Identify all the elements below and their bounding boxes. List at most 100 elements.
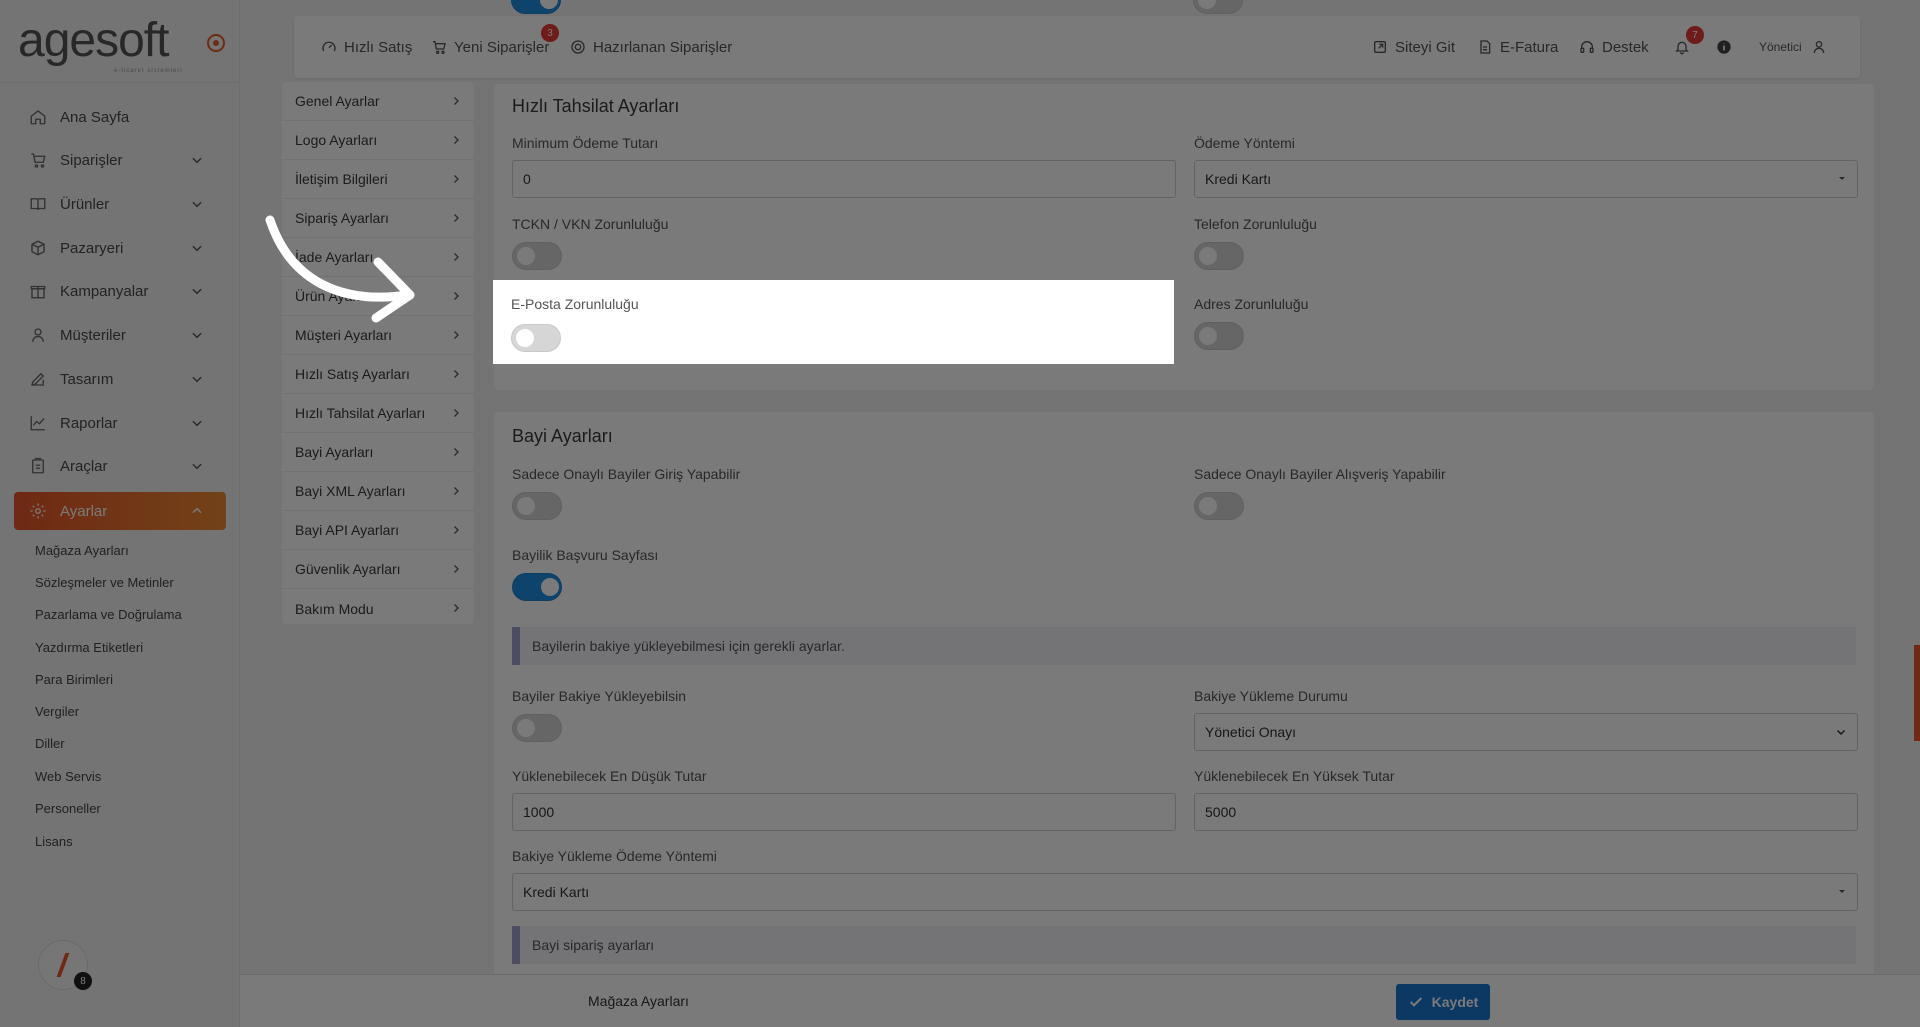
phone-toggle[interactable] [1194, 242, 1244, 270]
nav-item-tools[interactable]: Araçlar [14, 447, 226, 485]
nav-label: Kampanyalar [60, 282, 149, 300]
sidebar-divider [0, 82, 240, 83]
phone-label: Telefon Zorunluluğu [1194, 216, 1317, 232]
chevron-right-icon [450, 524, 462, 536]
can-load-balance-toggle[interactable] [512, 714, 562, 742]
sub-item-staff[interactable]: Personeller [35, 801, 101, 816]
settings-menu-item[interactable]: Bayi XML Ayarları [282, 472, 474, 511]
nav-item-campaigns[interactable]: Kampanyalar [14, 272, 226, 310]
sub-item-license[interactable]: Lisans [35, 834, 73, 849]
chevron-right-icon [450, 446, 462, 458]
nav-item-design[interactable]: Tasarım [14, 360, 226, 398]
nav-label: Müşteriler [60, 326, 126, 344]
approved-shopping-toggle[interactable] [1194, 492, 1244, 520]
balance-note: Bayilerin bakiye yükleyebilmesi için ger… [512, 627, 1856, 665]
chevron-right-icon [450, 290, 462, 302]
approved-login-toggle[interactable] [512, 492, 562, 520]
sub-item-taxes[interactable]: Vergiler [35, 704, 79, 719]
payment-method-label: Ödeme Yöntemi [1194, 135, 1295, 151]
caret-down-icon [1837, 173, 1847, 183]
gift-icon [28, 281, 48, 301]
chevron-right-icon [450, 368, 462, 380]
email-toggle[interactable] [511, 324, 561, 352]
save-label: Kaydet [1431, 994, 1479, 1010]
sub-item-store-settings[interactable]: Mağaza Ayarları [35, 543, 129, 558]
settings-menu-item[interactable]: İletişim Bilgileri [282, 160, 474, 199]
clipboard-icon [28, 456, 48, 476]
topbar: Hızlı Satış Yeni Siparişler 3 Hazırlanan… [294, 16, 1860, 78]
settings-menu-label: Hızlı Tahsilat Ayarları [295, 405, 426, 421]
nav-item-settings[interactable]: Ayarlar [14, 492, 226, 530]
nav-item-marketplace[interactable]: Pazaryeri [14, 229, 226, 267]
address-label: Adres Zorunluluğu [1194, 296, 1309, 312]
payment-method-value: Kredi Kartı [1205, 171, 1272, 187]
settings-menu-label: Hızlı Satış Ayarları [295, 366, 410, 382]
payment-method-select[interactable]: Kredi Kartı [1194, 160, 1858, 198]
visit-site-link[interactable]: Siteyi Git [1371, 38, 1455, 56]
box-icon [28, 238, 48, 258]
chevron-right-icon [450, 95, 462, 107]
chevron-right-icon [450, 212, 462, 224]
settings-menu-item[interactable]: Bayi API Ayarları [282, 511, 474, 550]
nav-item-orders[interactable]: Siparişler [14, 141, 226, 179]
chevron-right-icon [450, 563, 462, 575]
e-invoice-link[interactable]: E-Fatura [1476, 38, 1558, 56]
approved-login-label: Sadece Onaylı Bayiler Giriş Yapabilir [512, 466, 741, 482]
save-button[interactable]: Kaydet [1396, 984, 1490, 1020]
chevron-right-icon [450, 407, 462, 419]
sub-item-print-labels[interactable]: Yazdırma Etiketleri [35, 640, 143, 655]
quick-sale-link[interactable]: Hızlı Satış [320, 38, 412, 56]
nav-item-products[interactable]: Ürünler [14, 185, 226, 223]
pointer-arrow-icon [265, 215, 415, 323]
max-amount-input[interactable]: 5000 [1194, 793, 1858, 831]
settings-menu-item[interactable]: Genel Ayarlar [282, 82, 474, 121]
settings-menu-item[interactable]: Hızlı Satış Ayarları [282, 355, 474, 394]
application-page-label: Bayilik Başvuru Sayfası [512, 547, 659, 563]
sub-item-marketing[interactable]: Pazarlama ve Doğrulama [35, 607, 182, 622]
brand-logo[interactable]: agesoft e-ticaret sistemleri [18, 16, 218, 75]
info-button[interactable] [1715, 38, 1739, 56]
min-amount-input[interactable]: 1000 [512, 793, 1176, 831]
external-link-icon [1371, 38, 1389, 56]
min-payment-label: Minimum Ödeme Tutarı [512, 135, 659, 151]
settings-menu-item[interactable]: Logo Ayarları [282, 121, 474, 160]
nav-item-customers[interactable]: Müşteriler [14, 316, 226, 354]
cart-icon [430, 38, 448, 56]
sub-item-languages[interactable]: Diller [35, 736, 65, 751]
sub-item-web-service[interactable]: Web Servis [35, 769, 101, 784]
nav-label: Ana Sayfa [60, 108, 130, 126]
nav-item-home[interactable]: Ana Sayfa [14, 98, 226, 136]
partial-toggle-top-left[interactable] [511, 0, 561, 14]
scroll-indicator[interactable] [1914, 645, 1920, 741]
sidebar-toggle-icon[interactable] [207, 34, 225, 52]
tckn-toggle[interactable] [512, 242, 562, 270]
address-toggle[interactable] [1194, 322, 1244, 350]
nav-label: Tasarım [60, 370, 114, 388]
new-orders-badge: 3 [541, 24, 559, 42]
settings-menu-item[interactable]: Bayi Ayarları [282, 433, 474, 472]
sub-item-contracts[interactable]: Sözleşmeler ve Metinler [35, 575, 174, 590]
nav-item-reports[interactable]: Raporlar [14, 404, 226, 442]
balance-status-select[interactable]: Yönetici Onayı [1194, 713, 1858, 751]
settings-menu-label: Genel Ayarlar [295, 93, 380, 109]
settings-menu-item[interactable]: Hızlı Tahsilat Ayarları [282, 394, 474, 433]
chevron-right-icon [450, 602, 462, 614]
chevron-down-icon [190, 241, 204, 255]
prepared-orders-link[interactable]: Hazırlanan Siparişler [569, 38, 732, 56]
balance-payment-select[interactable]: Kredi Kartı [512, 873, 1858, 911]
settings-menu-item[interactable]: Bakım Modu [282, 589, 474, 628]
balance-payment-label: Bakiye Yükleme Ödeme Yöntemi [512, 848, 717, 864]
settings-menu-item[interactable]: Güvenlik Ayarları [282, 550, 474, 589]
new-orders-link[interactable]: Yeni Siparişler [430, 38, 549, 56]
application-page-toggle[interactable] [512, 573, 562, 601]
support-link[interactable]: Destek [1578, 38, 1649, 56]
chevron-down-icon [190, 284, 204, 298]
approved-shopping-label: Sadece Onaylı Bayiler Alışveriş Yapabili… [1194, 466, 1446, 482]
settings-menu-label: Logo Ayarları [295, 132, 378, 148]
user-menu[interactable]: Yönetici [1759, 38, 1834, 56]
sub-item-currencies[interactable]: Para Birimleri [35, 672, 113, 687]
partial-toggle-top-right[interactable] [1193, 0, 1243, 14]
min-payment-input[interactable]: 0 [512, 160, 1176, 198]
card-title: Hızlı Tahsilat Ayarları [512, 96, 680, 116]
chevron-down-icon [1835, 726, 1847, 738]
